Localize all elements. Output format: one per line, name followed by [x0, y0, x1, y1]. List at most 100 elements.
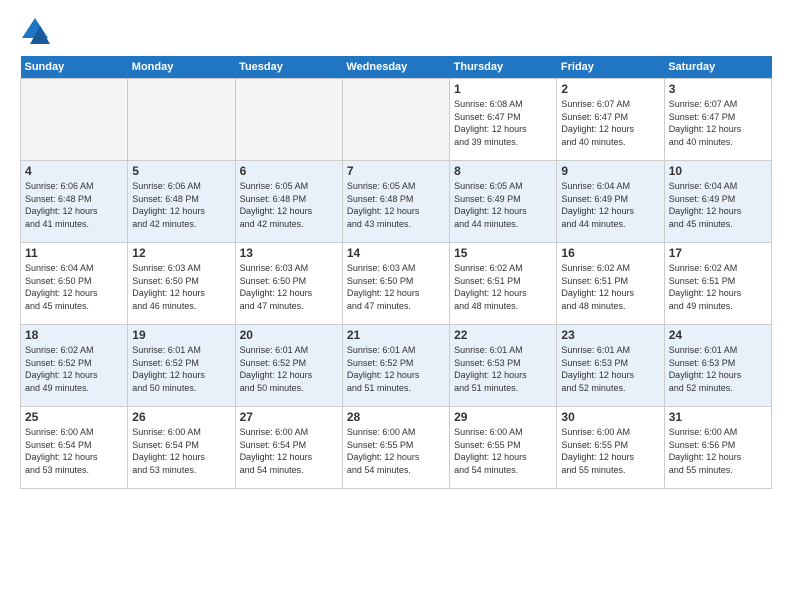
calendar-cell: 29 Sunrise: 6:00 AM Sunset: 6:55 PM Dayli…: [450, 407, 557, 489]
calendar-cell: 22 Sunrise: 6:01 AM Sunset: 6:53 PM Dayli…: [450, 325, 557, 407]
day-number: 17: [669, 246, 767, 260]
day-number: 4: [25, 164, 123, 178]
day-info: Sunrise: 6:06 AM Sunset: 6:48 PM Dayligh…: [25, 180, 123, 230]
calendar-cell: 2 Sunrise: 6:07 AM Sunset: 6:47 PM Daylig…: [557, 79, 664, 161]
day-number: 5: [132, 164, 230, 178]
day-info: Sunrise: 6:01 AM Sunset: 6:52 PM Dayligh…: [347, 344, 445, 394]
calendar-cell: [342, 79, 449, 161]
day-info: Sunrise: 6:07 AM Sunset: 6:47 PM Dayligh…: [561, 98, 659, 148]
calendar-cell: 26 Sunrise: 6:00 AM Sunset: 6:54 PM Dayli…: [128, 407, 235, 489]
calendar-cell: 6Sunrise: 6:05 AM Sunset: 6:48 PM Daylig…: [235, 161, 342, 243]
day-info: Sunrise: 6:01 AM Sunset: 6:53 PM Dayligh…: [669, 344, 767, 394]
calendar-cell: 24 Sunrise: 6:01 AM Sunset: 6:53 PM Dayli…: [664, 325, 771, 407]
day-number: 6: [240, 164, 338, 178]
day-info: Sunrise: 6:04 AM Sunset: 6:49 PM Dayligh…: [561, 180, 659, 230]
calendar-cell: 9 Sunrise: 6:04 AM Sunset: 6:49 PM Daylig…: [557, 161, 664, 243]
day-info: Sunrise: 6:03 AM Sunset: 6:50 PM Dayligh…: [132, 262, 230, 312]
day-info: Sunrise: 6:03 AM Sunset: 6:50 PM Dayligh…: [240, 262, 338, 312]
day-number: 19: [132, 328, 230, 342]
calendar-cell: 27 Sunrise: 6:00 AM Sunset: 6:54 PM Dayli…: [235, 407, 342, 489]
day-number: 2: [561, 82, 659, 96]
calendar-week-1: 1 Sunrise: 6:08 AM Sunset: 6:47 PM Daylig…: [21, 79, 772, 161]
calendar-cell: 30 Sunrise: 6:00 AM Sunset: 6:55 PM Dayli…: [557, 407, 664, 489]
day-info: Sunrise: 6:01 AM Sunset: 6:52 PM Dayligh…: [132, 344, 230, 394]
day-number: 8: [454, 164, 552, 178]
calendar-cell: 4 Sunrise: 6:06 AM Sunset: 6:48 PM Daylig…: [21, 161, 128, 243]
weekday-header-friday: Friday: [557, 56, 664, 79]
calendar-cell: 12 Sunrise: 6:03 AM Sunset: 6:50 PM Dayli…: [128, 243, 235, 325]
day-number: 3: [669, 82, 767, 96]
calendar-cell: [128, 79, 235, 161]
logo: [20, 16, 52, 46]
calendar-week-5: 25Sunrise: 6:00 AM Sunset: 6:54 PM Dayli…: [21, 407, 772, 489]
day-number: 20: [240, 328, 338, 342]
day-info: Sunrise: 6:04 AM Sunset: 6:50 PM Dayligh…: [25, 262, 123, 312]
header: [20, 16, 772, 46]
day-info: Sunrise: 6:00 AM Sunset: 6:54 PM Dayligh…: [132, 426, 230, 476]
calendar-cell: 19 Sunrise: 6:01 AM Sunset: 6:52 PM Dayli…: [128, 325, 235, 407]
weekday-header-sunday: Sunday: [21, 56, 128, 79]
calendar-cell: 23 Sunrise: 6:01 AM Sunset: 6:53 PM Dayli…: [557, 325, 664, 407]
day-info: Sunrise: 6:02 AM Sunset: 6:51 PM Dayligh…: [561, 262, 659, 312]
calendar-week-2: 4 Sunrise: 6:06 AM Sunset: 6:48 PM Daylig…: [21, 161, 772, 243]
weekday-header-wednesday: Wednesday: [342, 56, 449, 79]
calendar-cell: 5 Sunrise: 6:06 AM Sunset: 6:48 PM Daylig…: [128, 161, 235, 243]
day-number: 28: [347, 410, 445, 424]
calendar-cell: 14 Sunrise: 6:03 AM Sunset: 6:50 PM Dayli…: [342, 243, 449, 325]
day-number: 22: [454, 328, 552, 342]
calendar-week-3: 11 Sunrise: 6:04 AM Sunset: 6:50 PM Dayli…: [21, 243, 772, 325]
calendar-cell: 8 Sunrise: 6:05 AM Sunset: 6:49 PM Daylig…: [450, 161, 557, 243]
calendar-cell: 18 Sunrise: 6:02 AM Sunset: 6:52 PM Dayli…: [21, 325, 128, 407]
day-number: 14: [347, 246, 445, 260]
calendar-cell: 31 Sunrise: 6:00 AM Sunset: 6:56 PM Dayli…: [664, 407, 771, 489]
day-number: 29: [454, 410, 552, 424]
day-info: Sunrise: 6:00 AM Sunset: 6:55 PM Dayligh…: [454, 426, 552, 476]
day-number: 13: [240, 246, 338, 260]
calendar-week-4: 18 Sunrise: 6:02 AM Sunset: 6:52 PM Dayli…: [21, 325, 772, 407]
day-info: Sunrise: 6:03 AM Sunset: 6:50 PM Dayligh…: [347, 262, 445, 312]
day-number: 15: [454, 246, 552, 260]
calendar-cell: 16 Sunrise: 6:02 AM Sunset: 6:51 PM Dayli…: [557, 243, 664, 325]
day-info: Sunrise: 6:02 AM Sunset: 6:52 PM Dayligh…: [25, 344, 123, 394]
day-info: Sunrise: 6:01 AM Sunset: 6:53 PM Dayligh…: [454, 344, 552, 394]
calendar-cell: 11 Sunrise: 6:04 AM Sunset: 6:50 PM Dayli…: [21, 243, 128, 325]
day-number: 18: [25, 328, 123, 342]
weekday-header-monday: Monday: [128, 56, 235, 79]
day-number: 24: [669, 328, 767, 342]
day-number: 9: [561, 164, 659, 178]
weekday-header-saturday: Saturday: [664, 56, 771, 79]
day-number: 1: [454, 82, 552, 96]
day-number: 11: [25, 246, 123, 260]
calendar-cell: [235, 79, 342, 161]
calendar-page: SundayMondayTuesdayWednesdayThursdayFrid…: [0, 0, 792, 612]
day-info: Sunrise: 6:05 AM Sunset: 6:49 PM Dayligh…: [454, 180, 552, 230]
day-info: Sunrise: 6:00 AM Sunset: 6:54 PM Dayligh…: [240, 426, 338, 476]
weekday-header-thursday: Thursday: [450, 56, 557, 79]
day-number: 30: [561, 410, 659, 424]
calendar-table: SundayMondayTuesdayWednesdayThursdayFrid…: [20, 56, 772, 489]
calendar-cell: 25Sunrise: 6:00 AM Sunset: 6:54 PM Dayli…: [21, 407, 128, 489]
day-number: 16: [561, 246, 659, 260]
day-number: 23: [561, 328, 659, 342]
day-number: 10: [669, 164, 767, 178]
day-info: Sunrise: 6:00 AM Sunset: 6:54 PM Dayligh…: [25, 426, 123, 476]
day-info: Sunrise: 6:00 AM Sunset: 6:56 PM Dayligh…: [669, 426, 767, 476]
day-number: 7: [347, 164, 445, 178]
day-info: Sunrise: 6:04 AM Sunset: 6:49 PM Dayligh…: [669, 180, 767, 230]
weekday-header-row: SundayMondayTuesdayWednesdayThursdayFrid…: [21, 56, 772, 79]
day-info: Sunrise: 6:02 AM Sunset: 6:51 PM Dayligh…: [454, 262, 552, 312]
day-info: Sunrise: 6:01 AM Sunset: 6:53 PM Dayligh…: [561, 344, 659, 394]
day-number: 12: [132, 246, 230, 260]
day-number: 31: [669, 410, 767, 424]
day-number: 27: [240, 410, 338, 424]
day-info: Sunrise: 6:06 AM Sunset: 6:48 PM Dayligh…: [132, 180, 230, 230]
day-info: Sunrise: 6:07 AM Sunset: 6:47 PM Dayligh…: [669, 98, 767, 148]
calendar-cell: 7Sunrise: 6:05 AM Sunset: 6:48 PM Daylig…: [342, 161, 449, 243]
day-info: Sunrise: 6:01 AM Sunset: 6:52 PM Dayligh…: [240, 344, 338, 394]
calendar-cell: 28Sunrise: 6:00 AM Sunset: 6:55 PM Dayli…: [342, 407, 449, 489]
logo-icon: [20, 16, 50, 46]
day-info: Sunrise: 6:00 AM Sunset: 6:55 PM Dayligh…: [561, 426, 659, 476]
day-info: Sunrise: 6:08 AM Sunset: 6:47 PM Dayligh…: [454, 98, 552, 148]
day-number: 26: [132, 410, 230, 424]
calendar-cell: 20 Sunrise: 6:01 AM Sunset: 6:52 PM Dayli…: [235, 325, 342, 407]
